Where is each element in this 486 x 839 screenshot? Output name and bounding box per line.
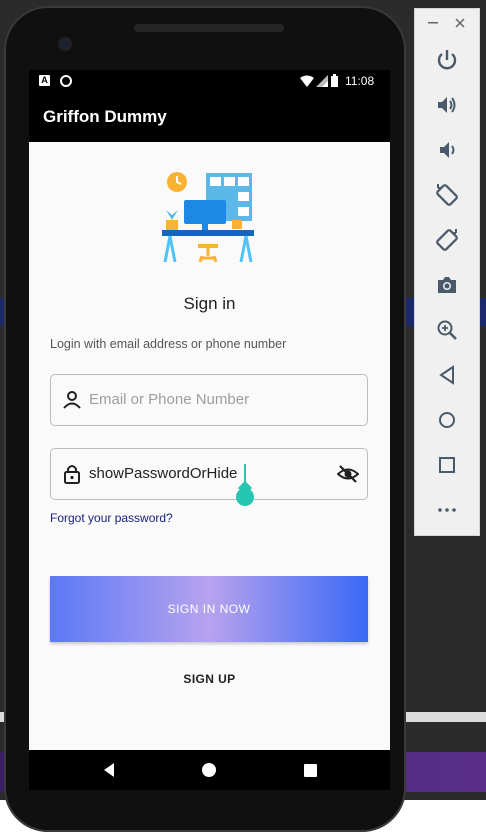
login-instructions: Login with email address or phone number xyxy=(50,337,287,351)
wifi-icon xyxy=(300,75,314,87)
nav-back-icon[interactable] xyxy=(102,763,116,777)
battery-icon xyxy=(331,74,338,87)
password-input[interactable]: showPasswordOrHide xyxy=(89,465,329,482)
sign-in-button[interactable]: SIGN IN NOW xyxy=(50,576,368,642)
page-title: Sign in xyxy=(183,294,236,313)
workspace-illustration xyxy=(162,172,254,262)
rotate-right-icon[interactable] xyxy=(435,228,459,252)
forgot-password-link[interactable]: Forgot your password? xyxy=(50,511,173,525)
camera-icon[interactable] xyxy=(435,273,459,297)
overview-icon[interactable] xyxy=(435,453,459,477)
volume-down-icon[interactable] xyxy=(435,138,459,162)
password-field[interactable]: showPasswordOrHide xyxy=(50,448,368,500)
zoom-icon[interactable] xyxy=(435,318,459,342)
lock-icon xyxy=(64,465,80,484)
email-input[interactable] xyxy=(89,391,329,408)
nav-overview-icon[interactable] xyxy=(304,764,317,777)
device-screen: A 11:08 Griffon Dummy Sign in Login with… xyxy=(29,70,390,790)
person-icon xyxy=(63,391,81,409)
power-icon[interactable] xyxy=(435,48,459,72)
home-icon[interactable] xyxy=(435,408,459,432)
back-icon[interactable] xyxy=(435,363,459,387)
emulator-device-frame: A 11:08 Griffon Dummy Sign in Login with… xyxy=(4,6,406,832)
volume-up-icon[interactable] xyxy=(435,93,459,117)
more-icon[interactable] xyxy=(435,498,459,522)
close-icon[interactable] xyxy=(455,18,465,28)
emulator-toolbar xyxy=(414,8,480,536)
login-content: Sign in Login with email address or phon… xyxy=(29,142,390,750)
speaker-grille xyxy=(134,24,284,32)
sync-icon xyxy=(60,75,72,87)
navigation-bar xyxy=(29,750,390,790)
signal-icon xyxy=(316,75,328,87)
app-title: Griffon Dummy xyxy=(43,107,167,126)
email-field[interactable] xyxy=(50,374,368,426)
sign-up-button[interactable]: SIGN UP xyxy=(29,672,390,686)
text-selection-handle[interactable] xyxy=(236,488,254,506)
nav-home-icon[interactable] xyxy=(202,763,216,777)
app-bar: Griffon Dummy xyxy=(29,92,390,142)
notification-a-icon: A xyxy=(39,75,50,86)
status-bar: A 11:08 xyxy=(29,70,390,92)
front-camera xyxy=(60,39,70,49)
rotate-left-icon[interactable] xyxy=(435,183,459,207)
visibility-off-icon[interactable] xyxy=(337,463,359,485)
clock: 11:08 xyxy=(345,74,375,88)
minimize-icon[interactable] xyxy=(428,21,438,25)
